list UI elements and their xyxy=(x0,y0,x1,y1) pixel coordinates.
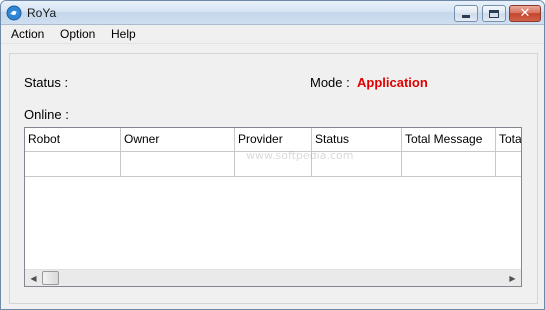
column-header-robot[interactable]: Robot xyxy=(25,128,121,152)
status-label: Status : xyxy=(24,75,69,90)
close-button[interactable]: ✕ xyxy=(509,5,541,22)
menu-help[interactable]: Help xyxy=(109,27,138,41)
menu-action[interactable]: Action xyxy=(9,27,46,41)
maximize-icon xyxy=(489,9,499,18)
close-icon: ✕ xyxy=(519,6,531,21)
title-bar[interactable]: RoYa ✕ xyxy=(1,1,544,25)
scrollbar-thumb[interactable] xyxy=(42,271,59,285)
scroll-left-arrow-icon[interactable]: ◀ xyxy=(25,270,42,286)
column-header-total[interactable]: Total xyxy=(496,128,521,152)
column-header-owner[interactable]: Owner xyxy=(121,128,235,152)
horizontal-scrollbar[interactable]: ◀ ▶ xyxy=(25,269,521,286)
menu-bar: Action Option Help xyxy=(1,25,544,44)
minimize-icon xyxy=(462,15,470,18)
table-cell[interactable] xyxy=(496,152,521,177)
watermark-text: www.softpedia.com xyxy=(246,149,354,162)
table-cell[interactable] xyxy=(402,152,496,177)
menu-option[interactable]: Option xyxy=(58,27,97,41)
table-cell[interactable] xyxy=(25,152,121,177)
maximize-button[interactable] xyxy=(482,5,506,22)
window-title: RoYa xyxy=(27,6,57,20)
column-header-total-message[interactable]: Total Message xyxy=(402,128,496,152)
table-cell[interactable] xyxy=(121,152,235,177)
main-panel: Status : Mode : Application Online : Rob… xyxy=(9,53,538,304)
roya-app-icon xyxy=(6,5,22,21)
online-label: Online : xyxy=(24,107,69,122)
mode-value: Application xyxy=(357,75,428,90)
scroll-right-arrow-icon[interactable]: ▶ xyxy=(504,270,521,286)
minimize-button[interactable] xyxy=(454,5,478,22)
roya-window: RoYa ✕ Action Option Help Status : Mode … xyxy=(0,0,545,310)
mode-label: Mode : xyxy=(310,75,350,90)
